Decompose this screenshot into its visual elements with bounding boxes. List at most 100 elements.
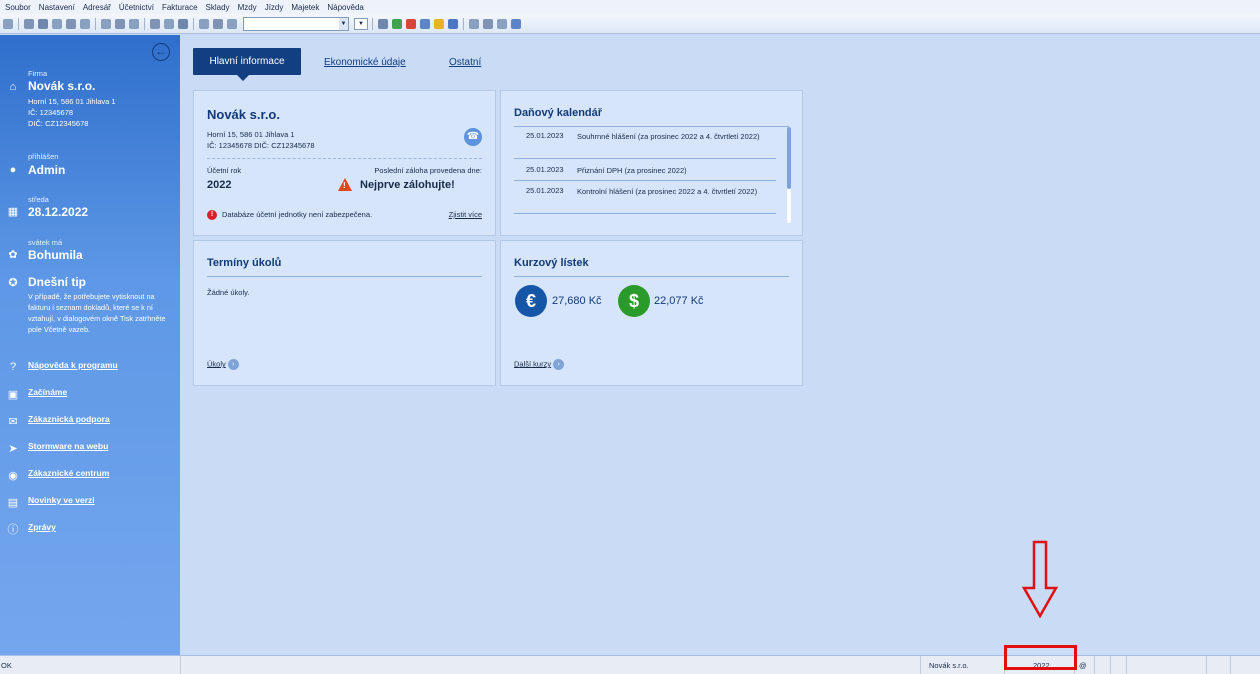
print-icon[interactable] [38,18,48,29]
tab-economic[interactable]: Ekonomické údaje [324,57,406,68]
db-warning: Databáze účetní jednotky není zabezpečen… [222,210,373,219]
menu-fakturace[interactable]: Fakturace [162,3,198,12]
iban-icon[interactable] [448,18,458,29]
firm-address: Horní 15, 586 01 Jihlava 1 [28,97,116,106]
messages-link[interactable]: Zprávy [28,522,56,532]
envelope-icon: ✉ [8,415,18,428]
tax-calendar-row[interactable]: 25.01.2023 Přiznání DPH (za prosinec 202… [514,165,776,181]
go-arrow-icon[interactable]: › [227,359,239,370]
annotation-arrow [1021,540,1059,619]
back-nav-icon[interactable] [150,18,160,29]
tab-other[interactable]: Ostatní [449,57,481,68]
status-cell [1094,656,1110,674]
layout-icon[interactable] [199,18,209,29]
divider [207,158,482,159]
login-user: Admin [28,163,66,177]
nameday-label: svátek má [28,238,63,247]
new-record-icon[interactable] [101,18,111,29]
toolbar-separator [18,17,19,30]
menu-jizdy[interactable]: Jízdy [265,3,284,12]
tab-main-info[interactable]: Hlavní informace [193,48,301,81]
backup-warning: Nejprve zálohujte! [360,179,455,191]
menu-majetek[interactable]: Majetek [291,3,319,12]
green-status-icon[interactable] [392,18,402,29]
help-icon[interactable] [511,18,521,29]
status-cell [1110,656,1126,674]
phone-icon[interactable]: ☎ [464,128,482,146]
toolbar-separator [463,17,464,30]
red-status-icon[interactable] [406,18,416,29]
tax-calendar-title: Daňový kalendář [514,107,603,119]
menu-nastaveni[interactable]: Nastavení [39,3,75,12]
menu-soubor[interactable]: Soubor [5,3,31,12]
filter-combo[interactable]: ▼ [354,17,368,30]
list-icon[interactable] [497,18,507,29]
current-date: 28.12.2022 [28,205,89,219]
records-icon[interactable] [129,18,139,29]
tax-calendar-row[interactable]: 25.01.2023 Souhrnné hlášení (za prosinec… [514,131,776,159]
tax-calendar-row[interactable]: 25.01.2023 Kontrolní hlášení (za prosine… [514,186,776,214]
web-link[interactable]: Stormware na webu [28,441,108,451]
agenda-icon[interactable] [3,18,13,29]
tasks-title: Termíny úkolů [207,257,282,269]
title-rule [514,276,789,277]
learn-more-link[interactable]: Zjistit více [449,210,482,219]
tip-title: Dnešní tip [28,275,87,289]
go-arrow-icon[interactable]: › [553,359,565,370]
user-icon: ● [9,164,17,176]
calculator-icon[interactable] [420,18,430,29]
dollar-icon: $ [618,285,650,317]
customer-center-link[interactable]: Zákaznické centrum [28,468,109,478]
tasks-link-wrap[interactable]: Úkoly › [207,359,239,370]
preview-icon[interactable] [52,18,62,29]
news-link[interactable]: Novinky ve verzi [28,495,95,505]
firm-ic: IČ: 12345678 [28,108,74,117]
toolbar-combo[interactable]: ▼ [243,16,349,31]
chevron-down-icon[interactable]: ▼ [339,17,348,30]
grid-icon[interactable] [469,18,479,29]
menu-mzdy[interactable]: Mzdy [238,3,257,12]
toolbar-separator [95,17,96,30]
year-label: Účetní rok [207,166,242,175]
more-rates-link[interactable]: Další kurzy [514,359,551,368]
firm-name: Novák s.r.o. [28,79,96,93]
users-icon[interactable] [434,18,444,29]
forward-nav-icon[interactable] [164,18,174,29]
tasks-link[interactable]: Úkoly [207,359,226,368]
exchange-rates-panel: Kurzový lístek € 27,680 Kč $ 22,077 Kč D… [500,240,803,386]
more-rates-link-wrap[interactable]: Další kurzy › [514,359,565,370]
getting-started-link[interactable]: Začínáme [28,387,67,397]
info-icon: ⓘ [7,524,19,536]
tools-icon[interactable] [178,18,188,29]
tag-icon[interactable] [378,18,388,29]
exchange-rates-title: Kurzový lístek [514,257,589,269]
filter-icon[interactable] [80,18,90,29]
panel-icon[interactable] [227,18,237,29]
collapse-sidebar-button[interactable]: ← [152,43,170,61]
menu-adresar[interactable]: Adresář [83,3,111,12]
status-cell-message [180,656,920,674]
support-link[interactable]: Zákaznická podpora [28,414,110,424]
help-link[interactable]: Nápověda k programu [28,360,118,370]
table-icon[interactable] [483,18,493,29]
menu-napoveda[interactable]: Nápověda [327,3,363,12]
sidebar: ← Firma ⌂ Novák s.r.o. Horní 15, 586 01 … [0,35,180,655]
open-icon[interactable] [24,18,34,29]
news-icon: ▤ [7,496,19,509]
find-icon[interactable] [66,18,76,29]
menu-sklady[interactable]: Sklady [206,3,230,12]
tax-calendar-scrollbar[interactable] [787,127,791,223]
toolbar-separator [144,17,145,30]
window-icon[interactable] [213,18,223,29]
title-rule [207,276,482,277]
tax-desc: Kontrolní hlášení (za prosinec 2022 a 4.… [577,187,758,196]
menu-ucetnictvi[interactable]: Účetnictví [119,3,154,12]
flower-icon: ✿ [8,248,18,261]
edit-icon[interactable] [115,18,125,29]
accounting-year: 2022 [207,179,232,191]
firm-panel: Novák s.r.o. Horní 15, 586 01 Jihlava 1 … [193,90,496,236]
scrollbar-thumb[interactable] [787,127,791,189]
status-cell [1206,656,1230,674]
tax-desc: Souhrnné hlášení (za prosinec 2022 a 4. … [577,132,760,141]
status-cell [1230,656,1244,674]
